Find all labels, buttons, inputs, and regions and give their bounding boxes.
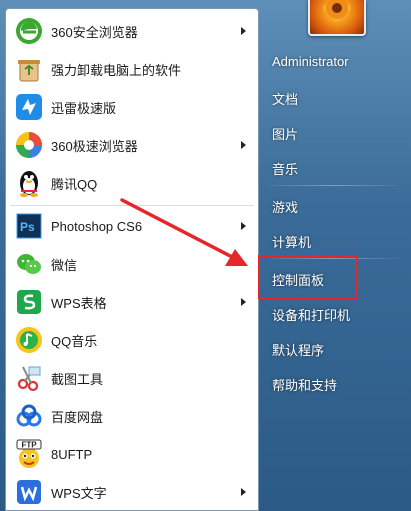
start-menu: 360安全浏览器 强力卸载电脑上的软件 迅雷极速版 360极速浏览器 腾讯QQ … xyxy=(0,0,411,511)
annotation-arrow-icon xyxy=(120,198,248,266)
